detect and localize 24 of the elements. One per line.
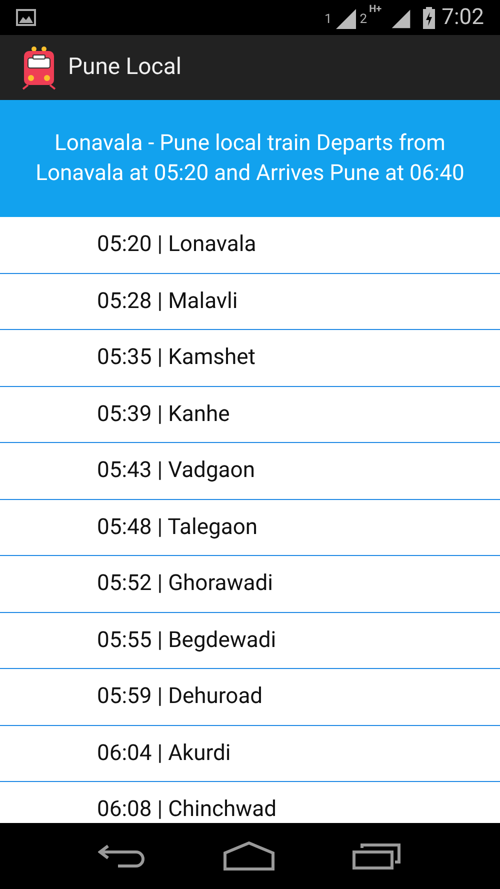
- back-icon[interactable]: [98, 842, 146, 870]
- clock: 7:02: [442, 4, 484, 32]
- stop-item[interactable]: 05:35 | Kamshet: [97, 341, 256, 374]
- stop-item[interactable]: 05:39 | Kanhe: [97, 398, 230, 431]
- stop-item[interactable]: 06:08 | Chinchwad: [97, 793, 277, 823]
- signal-icon: [334, 6, 358, 28]
- route-description: Lonavala - Pune local train Departs from Lonavala at 05:20 and Arrives Pune at 06:40: [34, 130, 466, 188]
- stop-item[interactable]: 05:55 | Begdewadi: [97, 624, 276, 657]
- home-icon[interactable]: [222, 841, 275, 871]
- stop-item[interactable]: 05:59 | Dehuroad: [97, 680, 263, 714]
- battery-charging-icon: [422, 6, 436, 28]
- stop-item[interactable]: 05:43 | Vadgaon: [97, 454, 255, 488]
- stop-item[interactable]: 05:20 | Lonavala: [97, 228, 256, 262]
- train-icon: [22, 46, 56, 90]
- stop-item[interactable]: 05:48 | Talegaon: [97, 510, 258, 544]
- recent-apps-icon[interactable]: [352, 842, 402, 870]
- sim-label: 2: [360, 10, 368, 29]
- stop-item[interactable]: 05:28 | Malavli: [97, 284, 238, 318]
- sim-label: 1: [324, 10, 332, 29]
- stop-item[interactable]: 05:52 | Ghorawadi: [97, 567, 273, 600]
- picture-icon: [16, 9, 36, 26]
- stop-item[interactable]: 06:04 | Akurdi: [97, 736, 231, 770]
- network-label: H+: [369, 3, 382, 17]
- app-title: Pune Local: [68, 52, 182, 82]
